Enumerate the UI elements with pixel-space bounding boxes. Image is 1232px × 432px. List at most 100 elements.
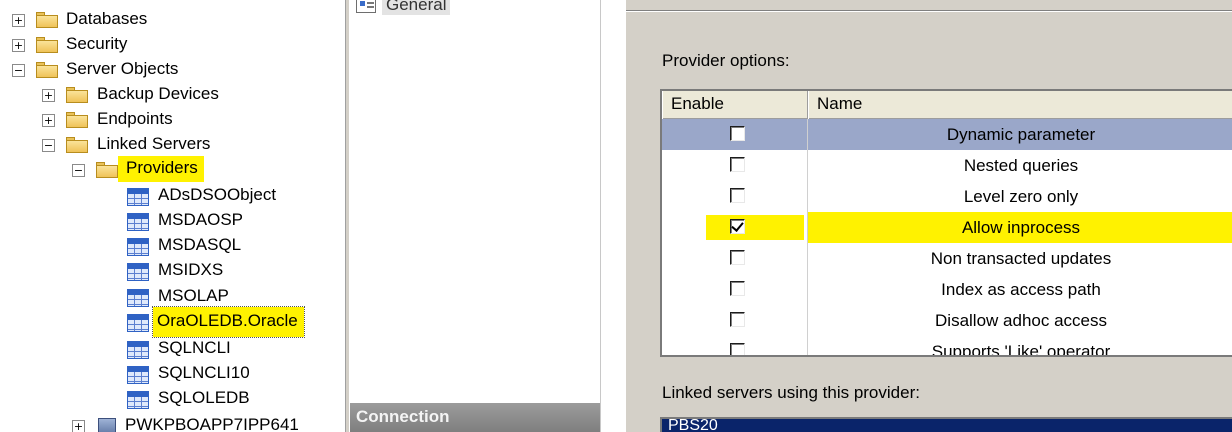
header-divider: [626, 10, 1232, 12]
page-general-label: General: [382, 0, 451, 15]
linked-server-item[interactable]: PBS20: [668, 419, 718, 432]
tree-node-server-objects[interactable]: − Server Objects: [0, 58, 345, 83]
tree-node-server[interactable]: + PWKPBOAPP7IPP641: [0, 414, 345, 432]
tree-node-label: SQLOLEDB: [158, 388, 250, 407]
select-page-pane: General Connection: [350, 0, 600, 432]
enable-checkbox[interactable]: [730, 343, 745, 355]
tree-node-label: MSDAOSP: [158, 210, 244, 229]
option-name: Index as access path: [941, 279, 1101, 299]
tree-node-label: SQLNCLI: [158, 338, 231, 357]
expand-icon[interactable]: +: [72, 420, 85, 432]
expand-icon[interactable]: +: [12, 14, 25, 27]
provider-options-grid: Enable Name Dynamic parameter Nested que…: [660, 89, 1232, 357]
folder-icon: [96, 162, 118, 178]
enable-checkbox-checked[interactable]: [730, 219, 745, 234]
tree-node-label: Backup Devices: [97, 84, 219, 103]
tree-node-label: Databases: [66, 9, 148, 28]
tree-node-provider[interactable]: SQLOLEDB: [0, 387, 345, 412]
enable-checkbox[interactable]: [730, 250, 745, 265]
linked-servers-label: Linked servers using this provider:: [662, 383, 920, 402]
grid-header: Enable Name: [662, 91, 1232, 119]
provider-icon: [127, 366, 149, 384]
option-row[interactable]: Level zero only: [662, 181, 1232, 212]
option-name: Supports 'Like' operator: [931, 341, 1111, 357]
column-header-enable[interactable]: Enable: [662, 91, 808, 119]
tree-node-label: Endpoints: [97, 109, 173, 128]
connection-label: Connection: [356, 407, 450, 426]
option-name: Dynamic parameter: [946, 124, 1096, 144]
expand-icon[interactable]: +: [12, 39, 25, 52]
option-row[interactable]: Supports 'Like' operator: [662, 336, 1232, 357]
tree-node-label: Server Objects: [66, 59, 179, 78]
tree-node-provider-selected[interactable]: OraOLEDB.Oracle: [0, 306, 345, 338]
pane-divider: [600, 0, 626, 432]
tree-node-provider[interactable]: SQLNCLI: [0, 337, 345, 362]
folder-icon: [36, 37, 58, 53]
enable-checkbox[interactable]: [730, 281, 745, 296]
provider-icon: [127, 391, 149, 409]
option-name: Allow inprocess: [808, 212, 1232, 243]
collapse-icon[interactable]: −: [12, 64, 25, 77]
folder-icon: [66, 112, 88, 128]
connection-section-header: Connection: [350, 403, 600, 432]
option-name: Nested queries: [963, 155, 1079, 175]
page-general[interactable]: General: [356, 0, 451, 16]
folder-icon: [66, 87, 88, 103]
tree-node-provider[interactable]: MSDASQL: [0, 234, 345, 259]
option-row[interactable]: Disallow adhoc access: [662, 305, 1232, 336]
object-explorer-tree: + Databases + Security − Server Objects …: [0, 0, 345, 432]
tree-node-backup-devices[interactable]: + Backup Devices: [0, 83, 345, 108]
option-name: Disallow adhoc access: [935, 310, 1107, 330]
folder-icon: [66, 137, 88, 153]
tree-node-provider[interactable]: SQLNCLI10: [0, 362, 345, 387]
highlight-marker: [706, 215, 804, 240]
tree-node-label: Security: [66, 34, 128, 53]
enable-checkbox[interactable]: [730, 188, 745, 203]
enable-checkbox[interactable]: [730, 157, 745, 172]
folder-icon: [36, 12, 58, 28]
expand-icon[interactable]: +: [42, 89, 55, 102]
collapse-icon[interactable]: −: [72, 164, 85, 177]
enable-checkbox[interactable]: [730, 126, 745, 141]
provider-options-label: Provider options:: [662, 51, 790, 70]
option-row[interactable]: Dynamic parameter: [662, 119, 1232, 150]
expand-icon[interactable]: +: [42, 114, 55, 127]
provider-icon: [127, 188, 149, 206]
tree-node-label: MSOLAP: [158, 286, 229, 305]
tree-node-label: PWKPBOAPP7IPP641: [125, 415, 299, 432]
collapse-icon[interactable]: −: [42, 139, 55, 152]
tree-node-label: OraOLEDB.Oracle: [152, 306, 305, 338]
tree-node-label: Providers: [118, 156, 204, 182]
option-name: Non transacted updates: [930, 248, 1112, 268]
enable-checkbox[interactable]: [730, 312, 745, 327]
provider-icon: [127, 238, 149, 256]
provider-icon: [127, 314, 149, 332]
tree-node-endpoints[interactable]: + Endpoints: [0, 108, 345, 133]
folder-icon: [36, 62, 58, 78]
column-header-name[interactable]: Name: [808, 91, 1232, 119]
provider-icon: [127, 341, 149, 359]
option-row[interactable]: Non transacted updates: [662, 243, 1232, 274]
tree-node-provider[interactable]: MSDAOSP: [0, 209, 345, 234]
tree-node-security[interactable]: + Security: [0, 33, 345, 58]
provider-icon: [127, 289, 149, 307]
server-icon: [96, 418, 118, 432]
linked-servers-list[interactable]: PBS20: [660, 417, 1232, 432]
option-name: Level zero only: [963, 186, 1079, 206]
page-icon: [356, 0, 376, 13]
provider-icon: [127, 213, 149, 231]
tree-node-providers[interactable]: − Providers: [0, 156, 345, 183]
provider-icon: [127, 263, 149, 281]
provider-properties-panel: Provider options: Enable Name Dynamic pa…: [626, 0, 1232, 432]
tree-node-linked-servers[interactable]: − Linked Servers: [0, 133, 345, 158]
tree-node-provider[interactable]: ADsDSOObject: [0, 184, 345, 209]
tree-node-label: MSDASQL: [158, 235, 242, 254]
tree-node-provider[interactable]: MSIDXS: [0, 259, 345, 284]
option-row-highlighted[interactable]: Allow inprocess: [662, 212, 1232, 243]
tree-node-databases[interactable]: + Databases: [0, 8, 345, 33]
option-row[interactable]: Index as access path: [662, 274, 1232, 305]
tree-node-label: SQLNCLI10: [158, 363, 250, 382]
tree-node-label: Linked Servers: [97, 134, 211, 153]
option-row[interactable]: Nested queries: [662, 150, 1232, 181]
tree-node-label: MSIDXS: [158, 260, 224, 279]
